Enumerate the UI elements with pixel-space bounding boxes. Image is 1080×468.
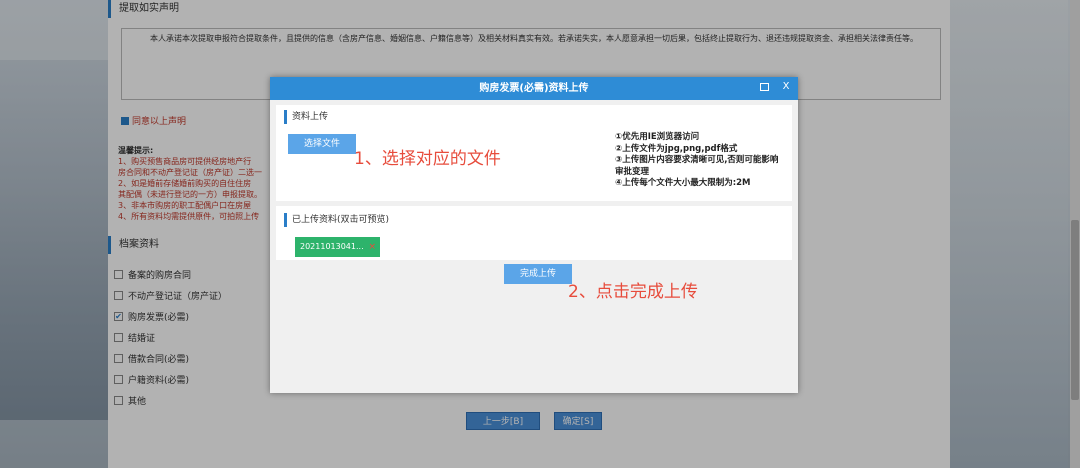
modal-title: 购房发票(必需)资料上传 bbox=[270, 77, 798, 100]
upload-rules: ①优先用IE浏览器访问 ②上传文件为jpg,png,pdf格式 ③上传图片内容要… bbox=[615, 132, 785, 190]
maximize-icon[interactable] bbox=[760, 83, 769, 91]
rule-line: ②上传文件为jpg,png,pdf格式 bbox=[615, 143, 738, 154]
uploaded-file-chip[interactable]: 20211013041... × bbox=[295, 237, 380, 257]
annotation-step-2: 2、点击完成上传 bbox=[568, 282, 698, 302]
rule-line: ①优先用IE浏览器访问 bbox=[615, 132, 700, 142]
upload-modal: 购房发票(必需)资料上传 X 资料上传 选择文件 1、选择对应的文件 ①优先用I… bbox=[270, 77, 798, 393]
rule-line: ④上传每个文件大小最大限制为:2M bbox=[615, 178, 751, 188]
choose-file-button[interactable]: 选择文件 bbox=[288, 134, 356, 154]
rule-line: ③上传图片内容要求清晰可见,否则可能影响审批变理 bbox=[615, 155, 779, 177]
annotation-step-1: 1、选择对应的文件 bbox=[354, 149, 501, 169]
finish-upload-button[interactable]: 完成上传 bbox=[504, 264, 572, 284]
uploaded-file-name: 20211013041... bbox=[300, 242, 364, 251]
remove-file-icon[interactable]: × bbox=[368, 237, 376, 257]
uploaded-section-title: 已上传资料(双击可预览) bbox=[284, 213, 389, 227]
close-icon[interactable]: X bbox=[780, 81, 792, 93]
upload-section-title: 资料上传 bbox=[284, 110, 328, 124]
